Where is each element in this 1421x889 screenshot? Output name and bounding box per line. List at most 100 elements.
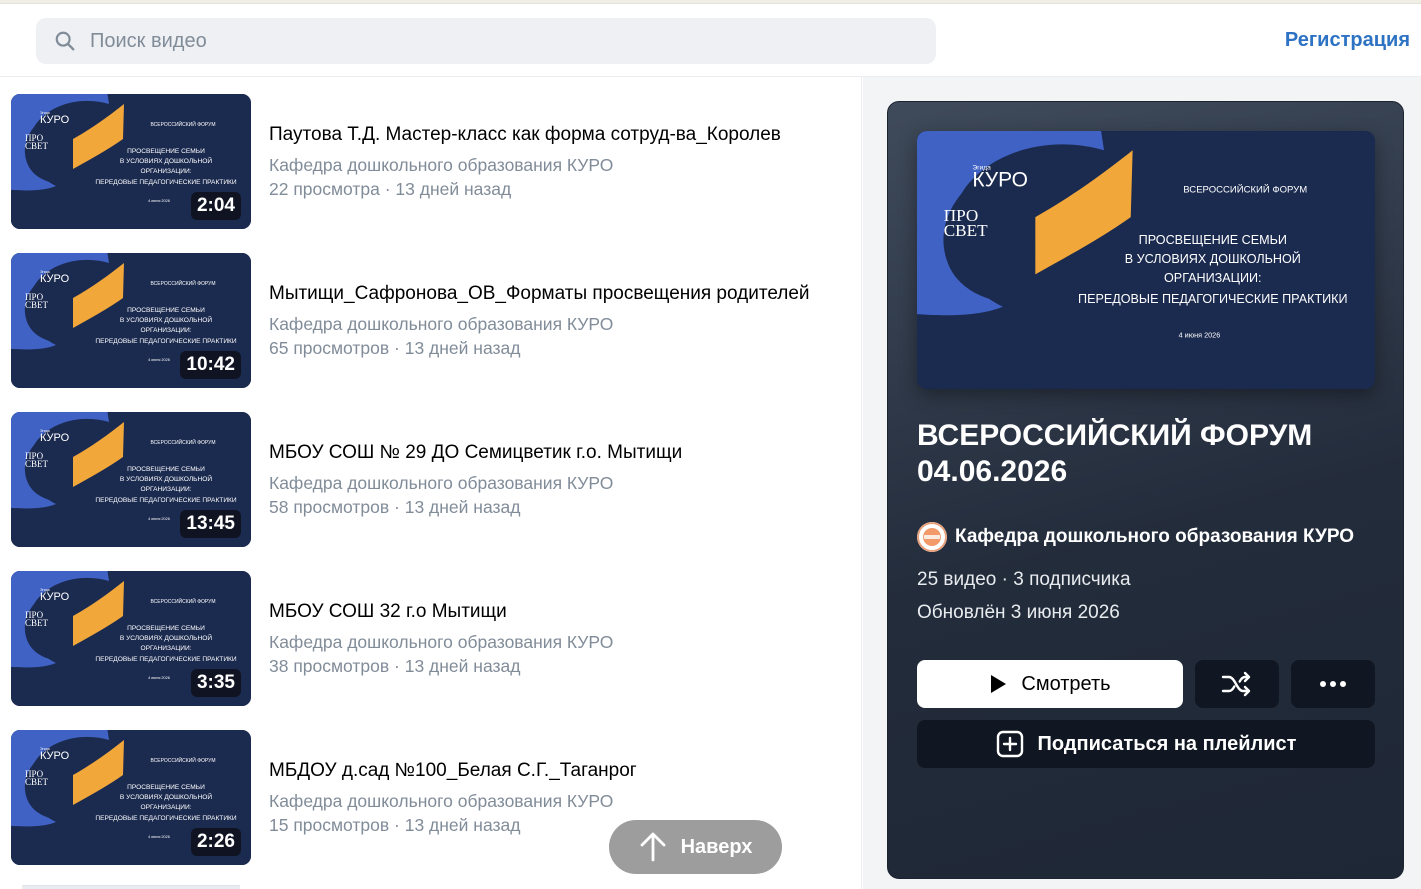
thumb-line2: В УСЛОВИЯХ ДОШКОЛЬНОЙ: [120, 633, 213, 642]
playlist-owner[interactable]: Кафедра дошкольного образования КУРО: [917, 522, 1354, 552]
video-thumbnail[interactable]: Эгида КУРО ПРО СВЕТ ВСЕРОССИЙСКИЙ ФОРУМ …: [11, 94, 251, 229]
video-duration: 10:42: [180, 351, 241, 379]
playlist-updated: Обновлён 3 июня 2026: [917, 602, 1120, 623]
thumb-brand: КУРО: [40, 273, 70, 285]
video-duration: 3:35: [190, 669, 241, 697]
video-channel[interactable]: Кафедра дошкольного образования КУРО: [269, 791, 613, 812]
thumb-date: 4 июня 2026: [148, 517, 170, 521]
thumb-logo-bottom: СВЕТ: [25, 141, 49, 151]
thumb-forum: ВСЕРОССИЙСКИЙ ФОРУМ: [1183, 183, 1307, 195]
thumb-line2: В УСЛОВИЯХ ДОШКОЛЬНОЙ: [1125, 251, 1301, 266]
thumb-logo-bottom: СВЕТ: [25, 300, 49, 310]
video-duration: 2:04: [190, 192, 241, 220]
watch-label: Смотреть: [1021, 672, 1111, 695]
thumb-logo-bottom: СВЕТ: [944, 221, 988, 240]
thumb-line1: ПРОСВЕЩЕНИЕ СЕМЬИ: [127, 784, 205, 791]
thumb-date: 4 июня 2026: [148, 358, 170, 362]
thumb-line3: ОРГАНИЗАЦИИ:: [140, 486, 191, 493]
thumb-line1: ПРОСВЕЩЕНИЕ СЕМЬИ: [127, 148, 205, 155]
shuffle-icon: [1221, 671, 1251, 697]
add-box-icon: [996, 730, 1023, 758]
thumb-brand: КУРО: [40, 591, 70, 603]
thumb-line4: ПЕРЕДОВЫЕ ПЕДАГОГИЧЕСКИЕ ПРАКТИКИ: [95, 179, 237, 186]
video-title[interactable]: МБДОУ д.сад №100_Белая С.Г._Таганрог: [269, 760, 637, 782]
thumb-line2: В УСЛОВИЯХ ДОШКОЛЬНОЙ: [120, 792, 213, 801]
next-video-partial: [22, 885, 240, 889]
video-channel[interactable]: Кафедра дошкольного образования КУРО: [269, 473, 613, 494]
scroll-up-button[interactable]: Наверх: [609, 820, 782, 874]
thumb-logo-bottom: СВЕТ: [25, 618, 49, 628]
thumb-forum: ВСЕРОССИЙСКИЙ ФОРУМ: [151, 756, 216, 764]
video-meta: 22 просмотра · 13 дней назад: [269, 179, 512, 199]
register-link[interactable]: Регистрация: [1285, 29, 1410, 52]
video-meta: 58 просмотров · 13 дней назад: [269, 497, 521, 517]
playlist-title: ВСЕРОССИЙСКИЙ ФОРУМ 04.06.2026: [917, 418, 1387, 490]
thumb-forum: ВСЕРОССИЙСКИЙ ФОРУМ: [151, 597, 216, 605]
thumb-line3: ОРГАНИЗАЦИИ:: [140, 804, 191, 811]
playlist-cover[interactable]: Эгида КУРО ПРО СВЕТ ВСЕРОССИЙСКИЙ ФОРУМ …: [917, 131, 1375, 389]
video-duration: 13:45: [180, 510, 241, 538]
owner-name[interactable]: Кафедра дошкольного образования КУРО: [955, 526, 1354, 548]
thumb-date: 4 июня 2026: [148, 676, 170, 680]
video-thumbnail[interactable]: Эгида КУРО ПРО СВЕТ ВСЕРОССИЙСКИЙ ФОРУМ …: [11, 253, 251, 388]
video-title[interactable]: Мытищи_Сафронова_ОВ_Форматы просвещения …: [269, 283, 810, 305]
video-item[interactable]: Эгида КУРО ПРО СВЕТ ВСЕРОССИЙСКИЙ ФОРУМ …: [11, 571, 851, 706]
video-thumbnail[interactable]: Эгида КУРО ПРО СВЕТ ВСЕРОССИЙСКИЙ ФОРУМ …: [11, 412, 251, 547]
video-item[interactable]: Эгида КУРО ПРО СВЕТ ВСЕРОССИЙСКИЙ ФОРУМ …: [11, 412, 851, 547]
thumb-line2: В УСЛОВИЯХ ДОШКОЛЬНОЙ: [120, 474, 213, 483]
thumb-date: 4 июня 2026: [1179, 330, 1221, 339]
thumb-line4: ПЕРЕДОВЫЕ ПЕДАГОГИЧЕСКИЕ ПРАКТИКИ: [1078, 292, 1348, 306]
thumb-forum: ВСЕРОССИЙСКИЙ ФОРУМ: [151, 120, 216, 128]
video-title[interactable]: МБОУ СОШ № 29 ДО Семицветик г.о. Мытищи: [269, 442, 682, 464]
play-icon: [991, 675, 1007, 693]
thumb-brand: КУРО: [40, 432, 70, 444]
arrow-up-icon: [640, 832, 665, 862]
video-list: Эгида КУРО ПРО СВЕТ ВСЕРОССИЙСКИЙ ФОРУМ …: [0, 77, 862, 889]
search-bar[interactable]: [36, 18, 936, 64]
thumb-line3: ОРГАНИЗАЦИИ:: [140, 168, 191, 175]
thumb-forum: ВСЕРОССИЙСКИЙ ФОРУМ: [151, 438, 216, 446]
thumb-line3: ОРГАНИЗАЦИИ:: [140, 645, 191, 652]
watch-button[interactable]: Смотреть: [917, 660, 1183, 708]
thumb-logo-bottom: СВЕТ: [25, 459, 49, 469]
video-item[interactable]: Эгида КУРО ПРО СВЕТ ВСЕРОССИЙСКИЙ ФОРУМ …: [11, 253, 851, 388]
scroll-up-label: Наверх: [680, 835, 753, 858]
more-button[interactable]: [1291, 660, 1375, 708]
video-title[interactable]: МБОУ СОШ 32 г.о Мытищи: [269, 601, 507, 623]
search-icon: [55, 31, 75, 51]
playlist-panel: Эгида КУРО ПРО СВЕТ ВСЕРОССИЙСКИЙ ФОРУМ …: [887, 101, 1404, 879]
thumb-line2: В УСЛОВИЯХ ДОШКОЛЬНОЙ: [120, 315, 213, 324]
thumb-line4: ПЕРЕДОВЫЕ ПЕДАГОГИЧЕСКИЕ ПРАКТИКИ: [95, 656, 237, 663]
video-meta: 38 просмотров · 13 дней назад: [269, 656, 521, 676]
thumb-line1: ПРОСВЕЩЕНИЕ СЕМЬИ: [127, 625, 205, 632]
video-item[interactable]: Эгида КУРО ПРО СВЕТ ВСЕРОССИЙСКИЙ ФОРУМ …: [11, 94, 851, 229]
video-thumbnail[interactable]: Эгида КУРО ПРО СВЕТ ВСЕРОССИЙСКИЙ ФОРУМ …: [11, 571, 251, 706]
thumb-line4: ПЕРЕДОВЫЕ ПЕДАГОГИЧЕСКИЕ ПРАКТИКИ: [95, 497, 237, 504]
thumb-line4: ПЕРЕДОВЫЕ ПЕДАГОГИЧЕСКИЕ ПРАКТИКИ: [95, 338, 237, 345]
thumb-date: 4 июня 2026: [148, 835, 170, 839]
page-header: Регистрация: [0, 4, 1421, 77]
avatar[interactable]: [917, 522, 947, 552]
video-meta: 15 просмотров · 13 дней назад: [269, 815, 521, 835]
thumb-line4: ПЕРЕДОВЫЕ ПЕДАГОГИЧЕСКИЕ ПРАКТИКИ: [95, 815, 237, 822]
video-duration: 2:26: [190, 828, 241, 856]
thumb-forum: ВСЕРОССИЙСКИЙ ФОРУМ: [151, 279, 216, 287]
video-meta: 65 просмотров · 13 дней назад: [269, 338, 521, 358]
video-channel[interactable]: Кафедра дошкольного образования КУРО: [269, 314, 613, 335]
thumb-line2: В УСЛОВИЯХ ДОШКОЛЬНОЙ: [120, 156, 213, 165]
thumb-line1: ПРОСВЕЩЕНИЕ СЕМЬИ: [1139, 233, 1287, 247]
thumb-brand: КУРО: [40, 750, 70, 762]
thumb-date: 4 июня 2026: [148, 199, 170, 203]
video-channel[interactable]: Кафедра дошкольного образования КУРО: [269, 155, 613, 176]
search-input[interactable]: [90, 29, 890, 53]
video-title[interactable]: Паутова Т.Д. Мастер-класс как форма сотр…: [269, 124, 781, 146]
more-dots-icon: [1320, 681, 1346, 687]
video-thumbnail[interactable]: Эгида КУРО ПРО СВЕТ ВСЕРОССИЙСКИЙ ФОРУМ …: [11, 730, 251, 865]
playlist-title-line1: ВСЕРОССИЙСКИЙ ФОРУМ: [917, 419, 1313, 452]
thumb-logo-bottom: СВЕТ: [25, 777, 49, 787]
playlist-stats: 25 видео · 3 подписчика: [917, 569, 1131, 590]
video-channel[interactable]: Кафедра дошкольного образования КУРО: [269, 632, 613, 653]
subscribe-playlist-button[interactable]: Подписаться на плейлист: [917, 720, 1375, 768]
thumb-line1: ПРОСВЕЩЕНИЕ СЕМЬИ: [127, 307, 205, 314]
shuffle-button[interactable]: [1195, 660, 1279, 708]
